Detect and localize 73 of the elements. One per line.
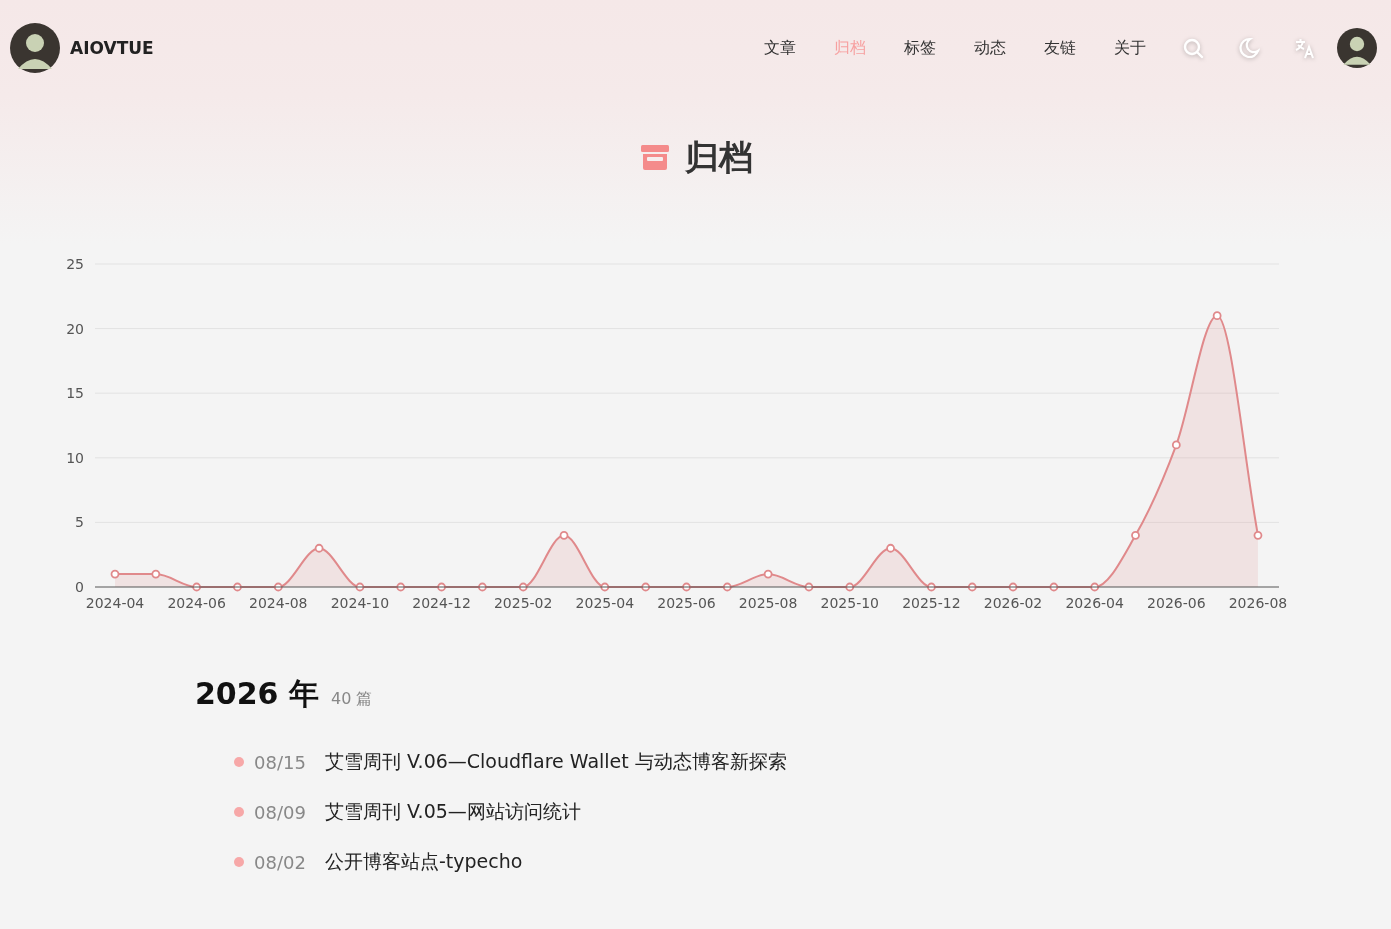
axis-label: 2025-04 (575, 595, 635, 611)
post-link[interactable]: 艾雪周刊 V.05—网站访问统计 (325, 799, 581, 825)
bullet-icon (234, 807, 244, 817)
nav-link[interactable]: 友链 (1025, 37, 1095, 59)
moon-icon[interactable] (1238, 37, 1260, 59)
data-point (845, 582, 855, 592)
bullet-icon (234, 757, 244, 767)
axis-label: 2026-06 (1147, 595, 1206, 611)
data-point (1131, 530, 1140, 540)
data-point (1171, 440, 1181, 450)
axis-label: 2026-02 (983, 595, 1043, 611)
axis-label: 25 (66, 256, 84, 272)
data-point (396, 582, 406, 592)
axis-label: 5 (75, 514, 84, 531)
data-point (804, 582, 814, 592)
data-point (478, 582, 487, 592)
axis-label: 2026-04 (1065, 595, 1124, 611)
data-point (314, 543, 324, 553)
data-point (192, 582, 202, 592)
axis-label: 2024-12 (412, 595, 471, 611)
data-point (437, 582, 446, 592)
page-title: 归档 (684, 140, 753, 174)
data-point (927, 582, 936, 592)
data-point (355, 582, 365, 592)
data-point (1212, 311, 1222, 321)
data-point (273, 582, 283, 592)
bullet-icon (234, 857, 244, 867)
axis-label: 2026-08 (1228, 595, 1288, 611)
data-point (763, 569, 773, 579)
nav-link[interactable]: 文章 (745, 37, 815, 59)
avatar[interactable] (1337, 28, 1377, 68)
data-point (641, 582, 651, 592)
data-point (1090, 582, 1100, 592)
site-name[interactable]: AIOVTUE (70, 38, 154, 58)
axis-label: 20 (66, 320, 84, 337)
data-point (233, 582, 242, 592)
axis-label: 2025-08 (738, 595, 798, 611)
axis-label: 2025-12 (902, 595, 961, 611)
axis-label: 2025-06 (657, 595, 716, 611)
post-date: 08/15 (254, 751, 307, 773)
post-date: 08/02 (254, 851, 307, 873)
translate-icon[interactable] (1294, 37, 1316, 59)
search-icon[interactable] (1182, 37, 1204, 59)
axis-label: 2024-08 (249, 595, 308, 611)
axis-label: 0 (75, 579, 84, 595)
data-point (559, 530, 569, 540)
data-point (722, 582, 732, 592)
axis-label: 15 (66, 385, 84, 402)
data-point (682, 582, 691, 592)
axis-label: 2024-06 (167, 595, 226, 611)
post-count: 40 篇 (330, 689, 373, 710)
year-heading: 2026 年 (195, 675, 319, 713)
post-link[interactable]: 公开博客站点-typecho (325, 849, 523, 875)
axis-label: 2025-02 (493, 595, 553, 611)
avatar[interactable] (10, 23, 60, 73)
axis-label: 2024-10 (330, 595, 390, 611)
axis-label: 2024-04 (85, 595, 145, 611)
data-point (518, 582, 528, 592)
axis-label: 2025-10 (820, 595, 879, 611)
data-point (151, 569, 161, 579)
data-point (1253, 530, 1263, 540)
data-point (1008, 582, 1018, 592)
post-date: 08/09 (254, 801, 307, 823)
nav-link[interactable]: 关于 (1095, 37, 1165, 59)
nav-link[interactable]: 动态 (955, 37, 1025, 59)
data-point (1049, 582, 1059, 592)
data-point (110, 569, 120, 579)
data-point (600, 582, 610, 592)
axis-label: 10 (66, 449, 84, 466)
post-link[interactable]: 艾雪周刊 V.06—Cloudflare Wallet 与动态博客新探索 (325, 749, 787, 775)
data-point (886, 543, 895, 553)
data-point (967, 582, 977, 592)
nav-link[interactable]: 标签 (885, 37, 955, 59)
